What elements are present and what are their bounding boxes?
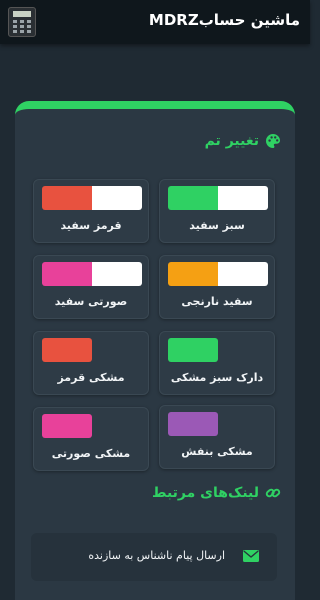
theme-label: صورتی سفید xyxy=(54,295,128,308)
theme-swatch xyxy=(42,414,92,438)
theme-option-red-white[interactable]: قرمز سفید xyxy=(33,179,149,243)
app-bar: ماشین حسابMDRZ xyxy=(0,0,310,44)
theme-label: سفید نارنجی xyxy=(181,295,253,308)
theme-option-black-red[interactable]: مشکی قرمز xyxy=(33,331,149,395)
theme-option-black-purple[interactable]: مشکی بنفش xyxy=(159,405,275,469)
anonymous-message-label: ارسال پیام ناشناس به سازنده xyxy=(88,549,225,562)
theme-swatch xyxy=(168,412,218,436)
theme-option-dark-green-black[interactable]: دارک سبز مشکی xyxy=(159,331,275,395)
theme-option-pink-white[interactable]: صورتی سفید xyxy=(33,255,149,319)
settings-card: تغییر تم سبز سفید قرمز سفید سفید نارنجی … xyxy=(15,101,295,600)
theme-label: مشکی بنفش xyxy=(181,445,253,458)
calculator-app-icon xyxy=(8,7,36,37)
theme-swatch xyxy=(42,262,142,286)
theme-label: قرمز سفید xyxy=(60,219,122,232)
anonymous-message-link[interactable]: ارسال پیام ناشناس به سازنده xyxy=(31,533,277,581)
theme-section-title: تغییر تم xyxy=(204,133,259,149)
app-title: ماشین حسابMDRZ xyxy=(148,11,300,29)
theme-swatch xyxy=(168,338,218,362)
theme-swatch xyxy=(168,262,268,286)
link-icon xyxy=(265,488,281,498)
links-section-title: لینک‌های مرتبط xyxy=(151,485,259,501)
theme-section-header: تغییر تم xyxy=(205,133,281,149)
theme-swatch xyxy=(168,186,268,210)
theme-option-white-orange[interactable]: سفید نارنجی xyxy=(159,255,275,319)
links-section-header: لینک‌های مرتبط xyxy=(152,485,281,501)
theme-label: مشکی صورتی xyxy=(51,447,131,460)
theme-label: دارک سبز مشکی xyxy=(170,371,264,384)
theme-swatch xyxy=(42,186,142,210)
palette-icon xyxy=(266,134,280,148)
theme-label: مشکی قرمز xyxy=(57,371,125,384)
envelope-icon xyxy=(243,550,259,562)
theme-option-black-pink[interactable]: مشکی صورتی xyxy=(33,407,149,471)
theme-option-green-white[interactable]: سبز سفید xyxy=(159,179,275,243)
theme-label: سبز سفید xyxy=(189,219,245,232)
theme-swatch xyxy=(42,338,92,362)
